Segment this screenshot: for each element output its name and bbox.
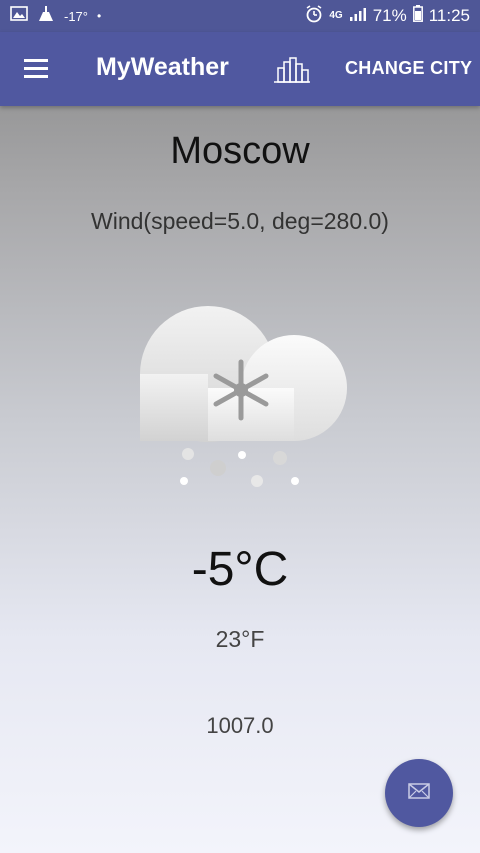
app-title: MyWeather xyxy=(96,53,229,81)
status-bar: -17° • 4G 71% 11:25 xyxy=(0,0,480,32)
status-time: 11:25 xyxy=(428,6,470,25)
change-city-button[interactable]: CHANGE CITY xyxy=(345,58,472,79)
city-name: Moscow xyxy=(170,130,310,172)
snow-cloud-icon xyxy=(138,300,350,496)
cleaning-icon xyxy=(37,5,55,27)
battery-icon xyxy=(412,5,423,27)
menu-icon[interactable] xyxy=(22,56,52,82)
status-dot: • xyxy=(97,9,102,23)
pressure-value: 1007.0 xyxy=(206,713,274,738)
mail-fab-button[interactable] xyxy=(385,759,453,827)
temperature-celsius: -5°C xyxy=(191,543,289,596)
alarm-icon xyxy=(305,4,323,28)
temperature-fahrenheit: 23°F xyxy=(215,626,265,652)
app-toolbar: MyWeather CHANGE CITY xyxy=(0,32,480,106)
city-chart-icon[interactable] xyxy=(272,54,312,86)
image-icon xyxy=(10,6,28,26)
wind-info: Wind(speed=5.0, deg=280.0) xyxy=(91,208,389,234)
signal-icon xyxy=(349,6,367,26)
battery-percent: 71% xyxy=(372,6,407,25)
status-temperature: -17° xyxy=(64,8,88,24)
mail-icon xyxy=(408,782,430,804)
network-type: 4G xyxy=(329,10,343,21)
